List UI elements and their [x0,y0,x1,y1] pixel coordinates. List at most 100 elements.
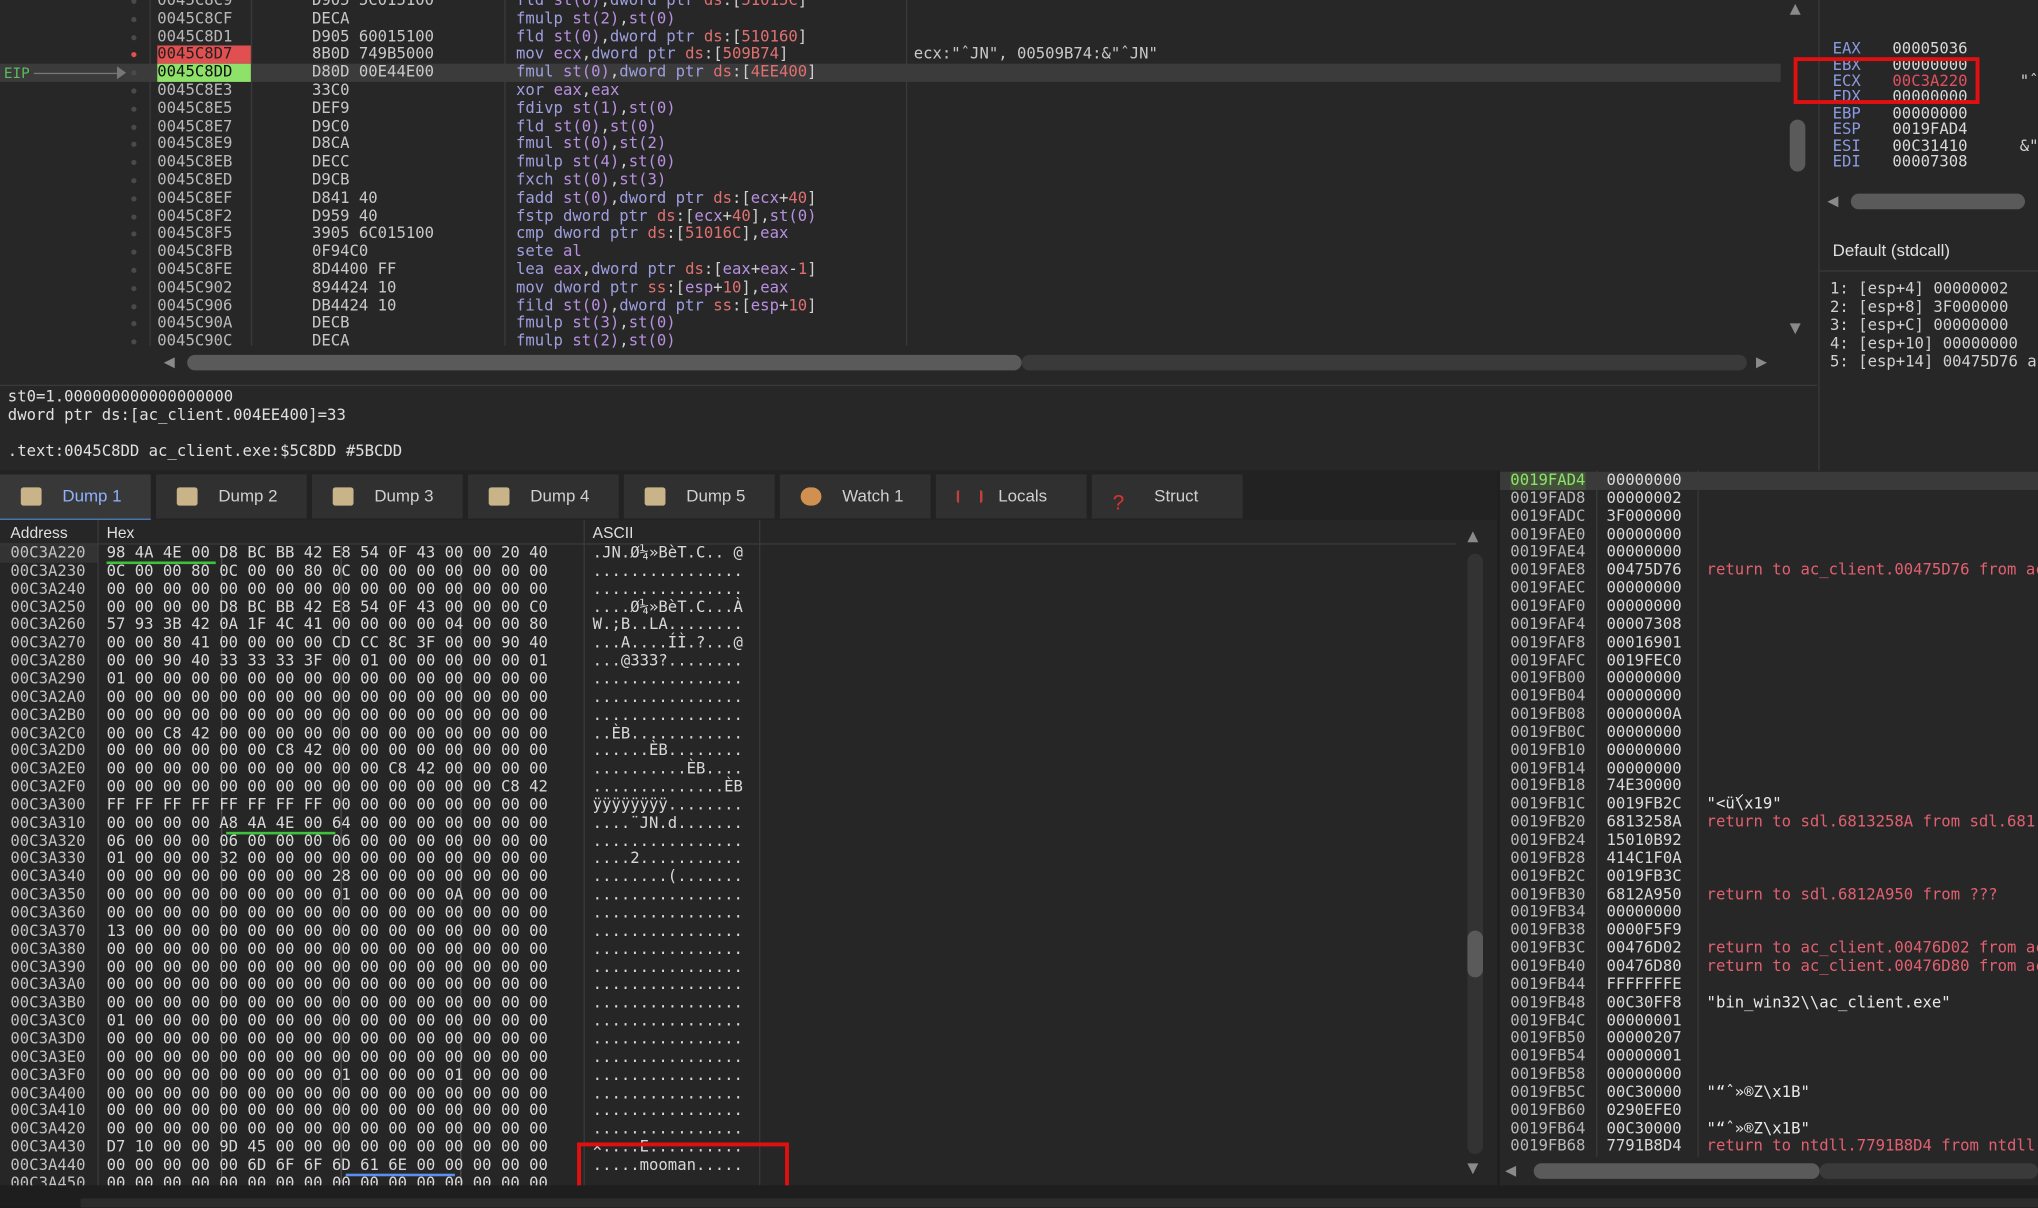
stack-address[interactable]: 0019FAF8 [1510,633,1585,652]
dump-address[interactable]: 00C3A390 [10,958,85,977]
stack-value[interactable]: 15010B92 [1606,831,1681,850]
stack-value[interactable]: 00000000 [1606,687,1681,706]
dump-ascii[interactable]: ÿÿÿÿÿÿÿÿ........ [593,795,743,815]
dump-ascii[interactable]: ....2........... [593,849,743,869]
stack-value[interactable]: 7791B8D4 [1606,1137,1681,1156]
dump-address[interactable]: 00C3A2E0 [10,759,85,779]
dump-ascii[interactable]: ..........ÈB.... [593,759,743,779]
breakpoint-dot[interactable] [131,106,137,112]
breakpoint-dot[interactable] [131,124,137,130]
disasm-address[interactable]: 0045C8FE [157,260,251,279]
stack-address[interactable]: 0019FAF4 [1510,615,1585,634]
register-value[interactable]: 00005036 [1892,39,1967,57]
stack-row[interactable]: 0019FADC 3F000000 [1500,507,2038,526]
stack-address[interactable]: 0019FB68 [1510,1137,1585,1156]
stack-value[interactable]: 00C30000 [1606,1083,1681,1102]
dump-hex[interactable]: 00 00 00 00 00 00 00 00 00 00 00 00 00 0… [107,579,548,599]
dump-address[interactable]: 00C3A430 [10,1138,85,1157]
dump-hex[interactable]: 00 00 90 40 33 33 33 3F 00 01 00 00 00 0… [107,651,548,671]
dump-hex[interactable]: 00 00 00 00 00 00 00 00 00 00 00 00 00 0… [107,994,548,1013]
dump-row[interactable]: 00C3A2D0 00 00 00 00 00 00 C8 42 00 00 00… [0,741,1456,761]
dump-hex[interactable]: 00 00 00 00 00 00 00 00 00 00 00 00 00 0… [107,904,548,923]
dump-hex[interactable]: 00 00 00 00 00 00 00 00 00 00 00 00 00 0… [107,976,548,995]
dump-row[interactable]: 00C3A290 01 00 00 00 00 00 00 00 00 00 00… [0,669,1456,689]
dump-ascii[interactable]: ................ [593,1084,743,1103]
dump-hex[interactable]: 01 00 00 00 32 00 00 00 00 00 00 00 00 0… [107,849,548,869]
dump-hex[interactable]: 00 00 00 00 00 00 00 00 00 00 00 00 00 0… [107,1120,548,1139]
dump-address[interactable]: 00C3A280 [10,651,85,671]
stack-value[interactable]: 6813258A [1606,813,1681,832]
breakpoint-dot[interactable] [131,321,137,327]
dump-ascii[interactable]: ................ [593,687,743,707]
call-arg-row[interactable]: 5: [esp+14] 00475D76 a [1830,352,2037,370]
disasm-address[interactable]: 0045C8EB [157,153,251,172]
stack-row[interactable]: 0019FB2C 0019FB3C [1500,867,2038,886]
dump-address[interactable]: 00C3A270 [10,633,85,653]
breakpoint-dot[interactable] [131,231,137,238]
dump-ascii[interactable]: ........(....... [593,868,743,887]
registers-hscrollbar[interactable]: ◀ [1827,189,2038,214]
dump-address[interactable]: 00C3A410 [10,1102,85,1121]
dump-ascii[interactable]: ................ [593,561,743,581]
call-convention-title[interactable]: Default (stdcall) [1833,240,1950,259]
dump-address[interactable]: 00C3A300 [10,795,85,815]
dump-hex[interactable]: 00 00 00 00 00 00 00 00 01 00 00 00 01 0… [107,1066,548,1085]
disasm-row[interactable]: 0045C8E5 DEF9 fdivp st(1),st(0) [0,99,1781,118]
vscroll-thumb[interactable] [1789,119,1806,172]
stack-address[interactable]: 0019FB24 [1510,831,1585,850]
dump-address[interactable]: 00C3A220 [10,543,85,563]
dump-row[interactable]: 00C3A250 00 00 00 00 D8 BC BB 42 E8 54 0F… [0,597,1456,617]
stack-value[interactable]: 00000001 [1606,1011,1681,1030]
stack-row[interactable]: 0019FB68 7791B8D4 return to ntdll.7791B8D4… [1500,1137,2038,1156]
stack-row[interactable]: 0019FAF4 00007308 [1500,615,2038,634]
stack-row[interactable]: 0019FB38 0000F5F9 [1500,921,2038,940]
breakpoint-dot[interactable] [131,142,137,148]
dump-address[interactable]: 00C3A3F0 [10,1066,85,1085]
breakpoint-dot[interactable] [131,88,137,94]
stack-address[interactable]: 0019FB18 [1510,777,1585,796]
dump-row[interactable]: 00C3A3F0 00 00 00 00 00 00 00 00 01 00 00… [0,1066,1456,1085]
disasm-address[interactable]: 0045C8CF [157,9,251,28]
dump-row[interactable]: 00C3A240 00 00 00 00 00 00 00 00 00 00 00… [0,579,1456,599]
scroll-up-icon[interactable]: ▲ [1790,0,1801,17]
dump-hex[interactable]: 13 00 00 00 00 00 00 00 00 00 00 00 00 0… [107,922,548,941]
disasm-row[interactable]: 0045C90A DECB fmulp st(3),st(0) [0,314,1781,333]
tab-dump-4[interactable]: Dump 4 [467,474,619,519]
dump-ascii[interactable]: ................ [593,1012,743,1031]
dump-row[interactable]: 00C3A260 57 93 3B 42 0A 1F 4C 41 00 00 00… [0,615,1456,635]
stack-row[interactable]: 0019FB50 00000207 [1500,1029,2038,1048]
dump-address[interactable]: 00C3A400 [10,1084,85,1103]
stack-address[interactable]: 0019FB58 [1510,1065,1585,1084]
dump-address[interactable]: 00C3A3C0 [10,1012,85,1031]
dump-ascii[interactable]: ................ [593,832,743,851]
scroll-left-icon[interactable]: ◀ [1505,1162,1516,1179]
scroll-left-icon[interactable]: ◀ [1827,192,1838,209]
dump-row[interactable]: 00C3A390 00 00 00 00 00 00 00 00 00 00 00… [0,958,1456,977]
stack-row[interactable]: 0019FB30 6812A950 return to sdl.6812A950 f… [1500,885,2038,904]
dump-row[interactable]: 00C3A300 FF FF FF FF FF FF FF FF 00 00 00… [0,795,1456,815]
dump-address[interactable]: 00C3A320 [10,832,85,851]
stack-address[interactable]: 0019FB50 [1510,1029,1585,1048]
call-arg-row[interactable]: 2: [esp+8] 3F000000 [1830,298,2008,316]
stack-row[interactable]: 0019FB20 6813258A return to sdl.6813258A f… [1500,813,2038,832]
dump-hex[interactable]: 00 00 00 00 00 00 00 00 01 00 00 00 0A 0… [107,886,548,905]
dump-address[interactable]: 00C3A290 [10,669,85,689]
stack-value[interactable]: 00000000 [1606,471,1681,490]
disasm-address[interactable]: 0045C90C [157,332,251,351]
dump-hex[interactable]: 01 00 00 00 00 00 00 00 00 00 00 00 00 0… [107,669,548,689]
disasm-row[interactable]: 0045C8CF DECA fmulp st(2),st(0) [0,9,1781,28]
stack-row[interactable]: 0019FB40 00476D80 return to ac_client.0047… [1500,957,2038,976]
stack-address[interactable]: 0019FAEC [1510,579,1585,598]
disasm-row[interactable]: 0045C8C9 D905 5C015100 fld st(0),dword ptr… [0,0,1781,10]
dump-hex[interactable]: 00 00 00 00 00 00 00 00 00 00 00 00 00 0… [107,1102,548,1121]
stack-row[interactable]: 0019FAFC 0019FEC0 [1500,651,2038,670]
disasm-row[interactable]: 0045C8DD D80D 00E44E00 fmul st(0),dword pt… [0,63,1781,82]
dump-ascii[interactable]: ................ [593,976,743,995]
call-arg-row[interactable]: 3: [esp+C] 00000000 [1830,316,2008,334]
stack-row[interactable]: 0019FB28 414C1F0A [1500,849,2038,868]
stack-row[interactable]: 0019FAE8 00475D76 return to ac_client.0047… [1500,561,2038,580]
stack-value[interactable]: 00007308 [1606,615,1681,634]
dump-hex[interactable]: 00 00 00 00 00 00 00 00 28 00 00 00 00 0… [107,868,548,887]
dump-hex[interactable]: 00 00 00 00 00 00 00 00 00 00 00 00 00 0… [107,1084,548,1103]
stack-value[interactable]: 414C1F0A [1606,849,1681,868]
